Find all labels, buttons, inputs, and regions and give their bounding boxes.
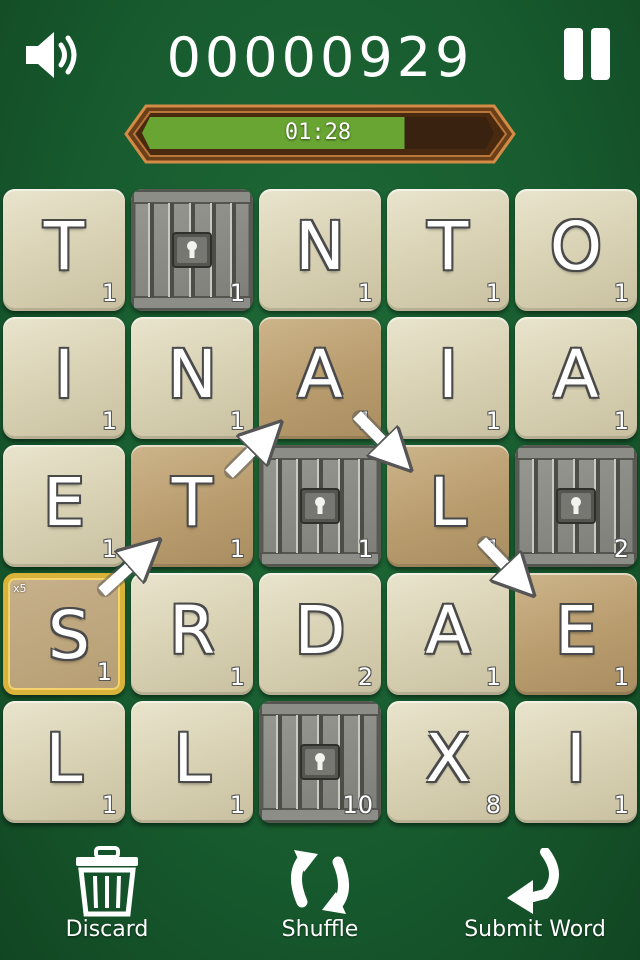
discard-label: Discard [65,917,149,942]
tile-points: 10 [342,791,373,819]
letter-tile-x[interactable]: X8 [387,701,509,823]
speaker-icon [26,32,77,78]
tile-points: 1 [485,407,501,435]
locked-tile: 1 [131,189,253,311]
trash-can-icon [76,846,138,917]
letter-tile-e[interactable]: E1 [515,573,637,695]
locked-tile: 2 [515,445,637,567]
shuffle-button[interactable]: Shuffle [265,838,375,958]
letter-tile-l[interactable]: L1 [387,445,509,567]
tile-points: 8 [485,791,501,819]
letter-tile-e[interactable]: E1 [3,445,125,567]
letter-tile-t[interactable]: T1 [3,189,125,311]
letter-tile-t[interactable]: T1 [131,445,253,567]
action-bar: Discard Shuffle Submit Word [0,828,640,960]
tile-points: 1 [485,279,501,307]
sound-toggle-button[interactable] [22,26,86,84]
tile-points: 1 [613,407,629,435]
tile-points: 1 [229,791,245,819]
letter-tile-i[interactable]: I1 [387,317,509,439]
tile-points: 1 [229,279,245,307]
letter-tile-a[interactable]: A1 [259,317,381,439]
letter-tile-i[interactable]: I1 [515,701,637,823]
tile-points: 1 [229,535,245,563]
tile-multiplier-badge: x5 [13,582,27,595]
letter-tile-a[interactable]: A1 [515,317,637,439]
pause-button[interactable] [560,28,614,82]
letter-tile-t[interactable]: T1 [387,189,509,311]
letter-tile-s[interactable]: S 1 x5 [3,573,125,695]
letter-grid: T1 1N1T1O1I1N1A1I1A1E1T1 1L1 2 S 1 x5 R … [0,186,640,828]
letter-tile-l[interactable]: L1 [3,701,125,823]
letter-tile-n[interactable]: N1 [259,189,381,311]
letter-tile-n[interactable]: N1 [131,317,253,439]
tile-points: 1 [229,663,245,691]
letter-tile-o[interactable]: O1 [515,189,637,311]
letter-tile-d[interactable]: D2 [259,573,381,695]
tile-points: 1 [229,407,245,435]
shuffle-arrows-icon [291,850,349,914]
game-header: 00000929 01:28 [0,0,640,185]
locked-tile: 1 [259,445,381,567]
tile-points: 1 [101,279,117,307]
timer-text: 01:28 [284,120,352,145]
letter-tile-i[interactable]: I1 [3,317,125,439]
tile-points: 1 [96,658,112,686]
tile-points: 2 [613,535,629,563]
tile-points: 1 [101,535,117,563]
letter-tile-r[interactable]: R1 [131,573,253,695]
shuffle-label: Shuffle [281,917,359,942]
letter-tile-a[interactable]: A1 [387,573,509,695]
tile-points: 1 [357,535,373,563]
letter-tile-l[interactable]: L1 [131,701,253,823]
tile-points: 2 [357,663,373,691]
tile-points: 1 [613,791,629,819]
submit-word-button[interactable]: Submit Word [455,838,615,958]
tile-points: 1 [357,279,373,307]
tile-points: 1 [485,663,501,691]
return-arrow-icon [507,848,559,914]
discard-button[interactable]: Discard [52,838,162,958]
score-counter: 00000929 [166,26,474,89]
tile-points: 1 [485,535,501,563]
tile-points: 1 [101,407,117,435]
submit-word-label: Submit Word [464,917,606,942]
tile-points: 1 [101,791,117,819]
tile-points: 1 [613,663,629,691]
tile-points: 1 [357,407,373,435]
locked-tile: 10 [259,701,381,823]
tile-points: 1 [613,279,629,307]
